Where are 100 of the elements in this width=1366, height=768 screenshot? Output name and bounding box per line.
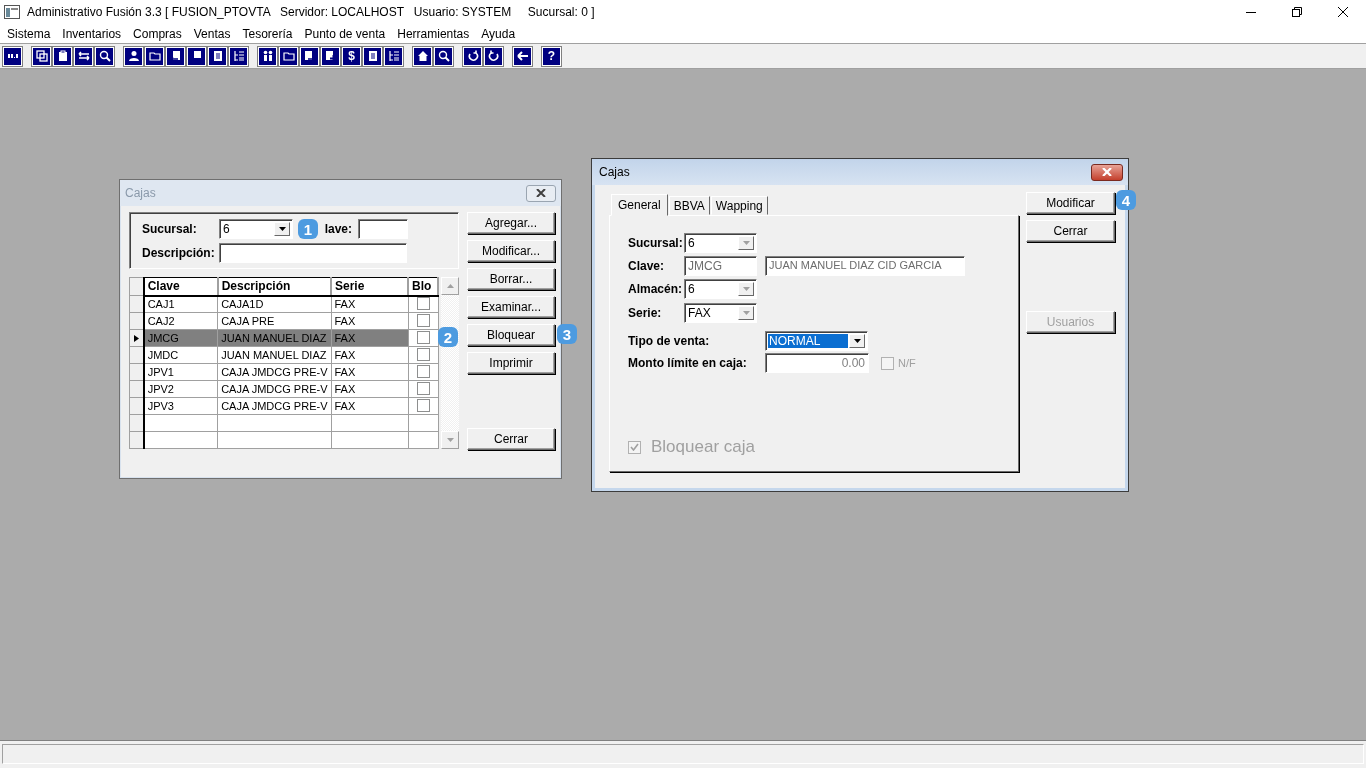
dialog-button[interactable]: Borrar... — [467, 268, 555, 290]
menu-item[interactable]: Ventas — [187, 26, 237, 41]
dropdown-arrow-icon[interactable] — [853, 339, 861, 343]
menu-item[interactable]: Herramientas — [391, 26, 476, 41]
redo-icon[interactable] — [466, 50, 479, 62]
checkbox[interactable] — [416, 347, 430, 361]
description-field[interactable] — [219, 243, 407, 263]
dialog-button[interactable]: Modificar — [1026, 192, 1115, 214]
person-icon[interactable] — [127, 50, 140, 62]
menu-item[interactable]: Inventarios — [56, 26, 128, 41]
checkbox-label: N/F — [898, 357, 916, 369]
column-header: Descripción — [217, 277, 331, 296]
table-cell: CAJA1D — [217, 295, 331, 313]
close-icon — [1338, 7, 1348, 17]
checkmark-icon — [630, 443, 639, 451]
callout-badge: 1 — [298, 219, 318, 239]
grid-row[interactable]: JPV2 CAJA JMDCG PRE-V FAX — [129, 380, 438, 398]
folder-icon[interactable] — [282, 50, 295, 62]
table-cell: JPV3 — [143, 397, 218, 415]
dialog-button[interactable]: Examinar... — [467, 296, 555, 318]
table-cell: FAX — [331, 295, 408, 313]
grid-row[interactable]: JMCG JUAN MANUEL DIAZ FAX — [129, 329, 438, 347]
undo-icon[interactable] — [487, 50, 500, 62]
document-icon[interactable] — [366, 50, 379, 62]
dialog-button[interactable]: Modificar... — [467, 240, 555, 262]
sucursal-dropdown[interactable]: 6 — [684, 233, 757, 253]
close-icon — [536, 189, 546, 197]
field-label: Monto límite en caja: — [628, 356, 748, 370]
field-label: Descripción: — [142, 246, 216, 260]
dialog-button[interactable]: Bloquear — [467, 324, 555, 346]
menu-item[interactable]: Ayuda — [475, 26, 522, 41]
tree-list-icon[interactable] — [232, 50, 245, 62]
checkbox[interactable] — [416, 330, 430, 344]
clave-field[interactable]: JMCG — [684, 256, 757, 276]
clave-field[interactable] — [358, 219, 408, 239]
grid-row[interactable]: CAJ1 CAJA1D FAX — [129, 295, 438, 313]
dropdown-arrow-icon[interactable] — [278, 227, 286, 231]
close-button[interactable] — [526, 184, 556, 202]
tab[interactable]: BBVA — [668, 196, 710, 215]
tab[interactable]: General — [611, 194, 668, 216]
table-cell: CAJ1 — [143, 295, 218, 313]
help-button[interactable]: ? — [542, 46, 561, 66]
magnifier-icon[interactable] — [98, 50, 111, 62]
table-cell: JPV1 — [143, 363, 218, 381]
table-cell: CAJ2 — [143, 312, 218, 330]
field-label: Clave: — [628, 259, 666, 273]
serie-dropdown[interactable]: FAX — [684, 303, 757, 323]
table-cell: CAJA JMDCG PRE-V — [217, 363, 331, 381]
table-cell: FAX — [331, 380, 408, 398]
field-label: lave: — [324, 222, 352, 236]
table-cell: CAJA JMDCG PRE-V — [217, 397, 331, 415]
folder-icon[interactable] — [148, 50, 161, 62]
checkbox[interactable] — [416, 313, 430, 327]
dialog-button[interactable]: Cerrar — [467, 428, 555, 450]
app-icon — [4, 4, 20, 20]
swap-arrows-icon[interactable] — [77, 50, 90, 62]
amount-field[interactable]: 0.00 — [765, 353, 869, 373]
tab[interactable]: Wapping — [710, 196, 768, 215]
people-icon[interactable] — [261, 50, 274, 62]
column-header: Serie — [331, 277, 408, 296]
home-icon[interactable] — [416, 50, 429, 62]
checkbox[interactable] — [416, 364, 430, 378]
sucursal-dropdown[interactable]: 6 — [219, 219, 293, 239]
tree-list-icon[interactable] — [387, 50, 400, 62]
grid-row[interactable]: JPV1 CAJA JMDCG PRE-V FAX — [129, 363, 438, 381]
column-header: Clave — [143, 277, 218, 296]
table-cell: CAJA PRE — [217, 312, 331, 330]
document-icon[interactable] — [211, 50, 224, 62]
copy-icon[interactable] — [35, 50, 48, 62]
dialog-button[interactable]: Cerrar — [1026, 220, 1115, 242]
checkbox[interactable] — [628, 440, 641, 454]
grid-row[interactable]: JMDC JUAN MANUEL DIAZ FAX — [129, 346, 438, 364]
sale-type-dropdown[interactable]: NORMAL — [765, 331, 868, 351]
field-label: Serie: — [628, 306, 663, 320]
column-header: Blo — [408, 277, 438, 296]
almacen-dropdown[interactable]: 6 — [684, 279, 757, 299]
menu-item[interactable]: Compras — [127, 26, 188, 41]
close-button[interactable] — [1091, 163, 1123, 181]
clipboard-icon[interactable] — [56, 50, 69, 62]
magnifier-icon[interactable] — [437, 50, 450, 62]
dialog-button[interactable]: Agregar... — [467, 212, 555, 234]
checkbox[interactable] — [881, 356, 894, 370]
field-label: Tipo de venta: — [628, 334, 711, 348]
menu-item[interactable]: Punto de venta — [298, 26, 392, 41]
arrow-left-icon[interactable] — [516, 50, 529, 62]
checkbox[interactable] — [416, 398, 430, 412]
grid-row[interactable]: JPV3 CAJA JMDCG PRE-V FAX — [129, 397, 438, 415]
checkbox[interactable] — [416, 381, 430, 395]
table-cell: JPV2 — [143, 380, 218, 398]
menu-item[interactable]: Tesorería — [236, 26, 299, 41]
menu-item[interactable]: Sistema — [1, 26, 57, 41]
checkbox-label: Bloquear caja — [651, 437, 755, 457]
dialog-title: Cajas — [125, 186, 156, 200]
currency-button[interactable]: $ — [342, 46, 361, 66]
field-label: Almacén: — [628, 282, 684, 296]
close-icon — [1102, 168, 1112, 176]
table-cell: FAX — [331, 346, 408, 364]
description-field[interactable]: JUAN MANUEL DIAZ CID GARCIA — [765, 256, 965, 276]
field-label: Sucursal: — [628, 236, 684, 250]
dialog-button[interactable]: Imprimir — [467, 352, 555, 374]
